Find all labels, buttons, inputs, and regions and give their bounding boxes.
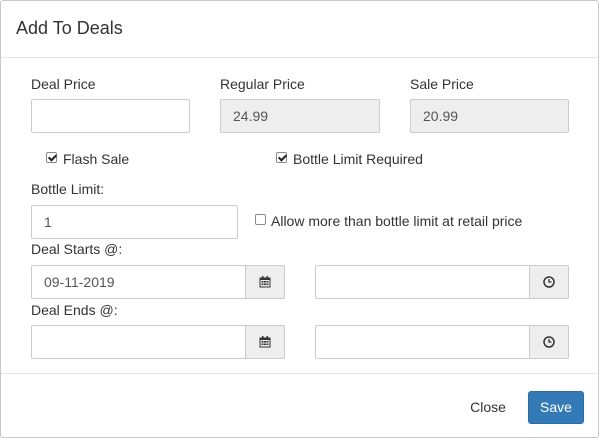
deal-price-input[interactable] — [31, 99, 190, 133]
clock-icon — [543, 276, 555, 288]
deal-ends-calendar-button[interactable] — [245, 325, 285, 359]
deal-starts-date-input[interactable]: 09-11-2019 — [31, 265, 246, 299]
flash-sale-label: Flash Sale — [63, 151, 130, 167]
deal-price-label: Deal Price — [31, 76, 96, 92]
deal-starts-label: Deal Starts @: — [31, 241, 123, 257]
sale-price-input: 20.99 — [410, 99, 569, 133]
allow-more-label: Allow more than bottle limit at retail p… — [271, 213, 523, 229]
deal-ends-time-input[interactable] — [315, 325, 530, 359]
add-to-deals-modal: Add To Deals Deal Price Regular Price Sa… — [0, 0, 599, 438]
bottle-limit-input[interactable]: 1 — [31, 205, 238, 239]
flash-sale-checkbox[interactable] — [46, 152, 57, 163]
calendar-icon — [259, 336, 271, 348]
regular-price-input: 24.99 — [220, 99, 380, 133]
bottle-limit-required-checkbox[interactable] — [276, 152, 287, 163]
modal-footer-divider — [1, 373, 598, 374]
regular-price-label: Regular Price — [220, 76, 305, 92]
bottle-limit-label: Bottle Limit: — [31, 181, 105, 197]
close-button[interactable]: Close — [459, 391, 517, 423]
deal-ends-clock-button[interactable] — [529, 325, 569, 359]
bottle-limit-required-label: Bottle Limit Required — [293, 151, 423, 167]
modal-title: Add To Deals — [16, 18, 123, 38]
calendar-icon — [259, 276, 271, 288]
deal-starts-time-input[interactable] — [315, 265, 530, 299]
clock-icon — [543, 336, 555, 348]
deal-ends-date-input[interactable] — [31, 325, 246, 359]
allow-more-checkbox[interactable] — [255, 214, 266, 225]
deal-starts-clock-button[interactable] — [529, 265, 569, 299]
sale-price-label: Sale Price — [410, 76, 474, 92]
deal-starts-calendar-button[interactable] — [245, 265, 285, 299]
deal-ends-label: Deal Ends @: — [31, 302, 118, 318]
save-button[interactable]: Save — [528, 391, 584, 424]
modal-header: Add To Deals — [1, 1, 598, 58]
